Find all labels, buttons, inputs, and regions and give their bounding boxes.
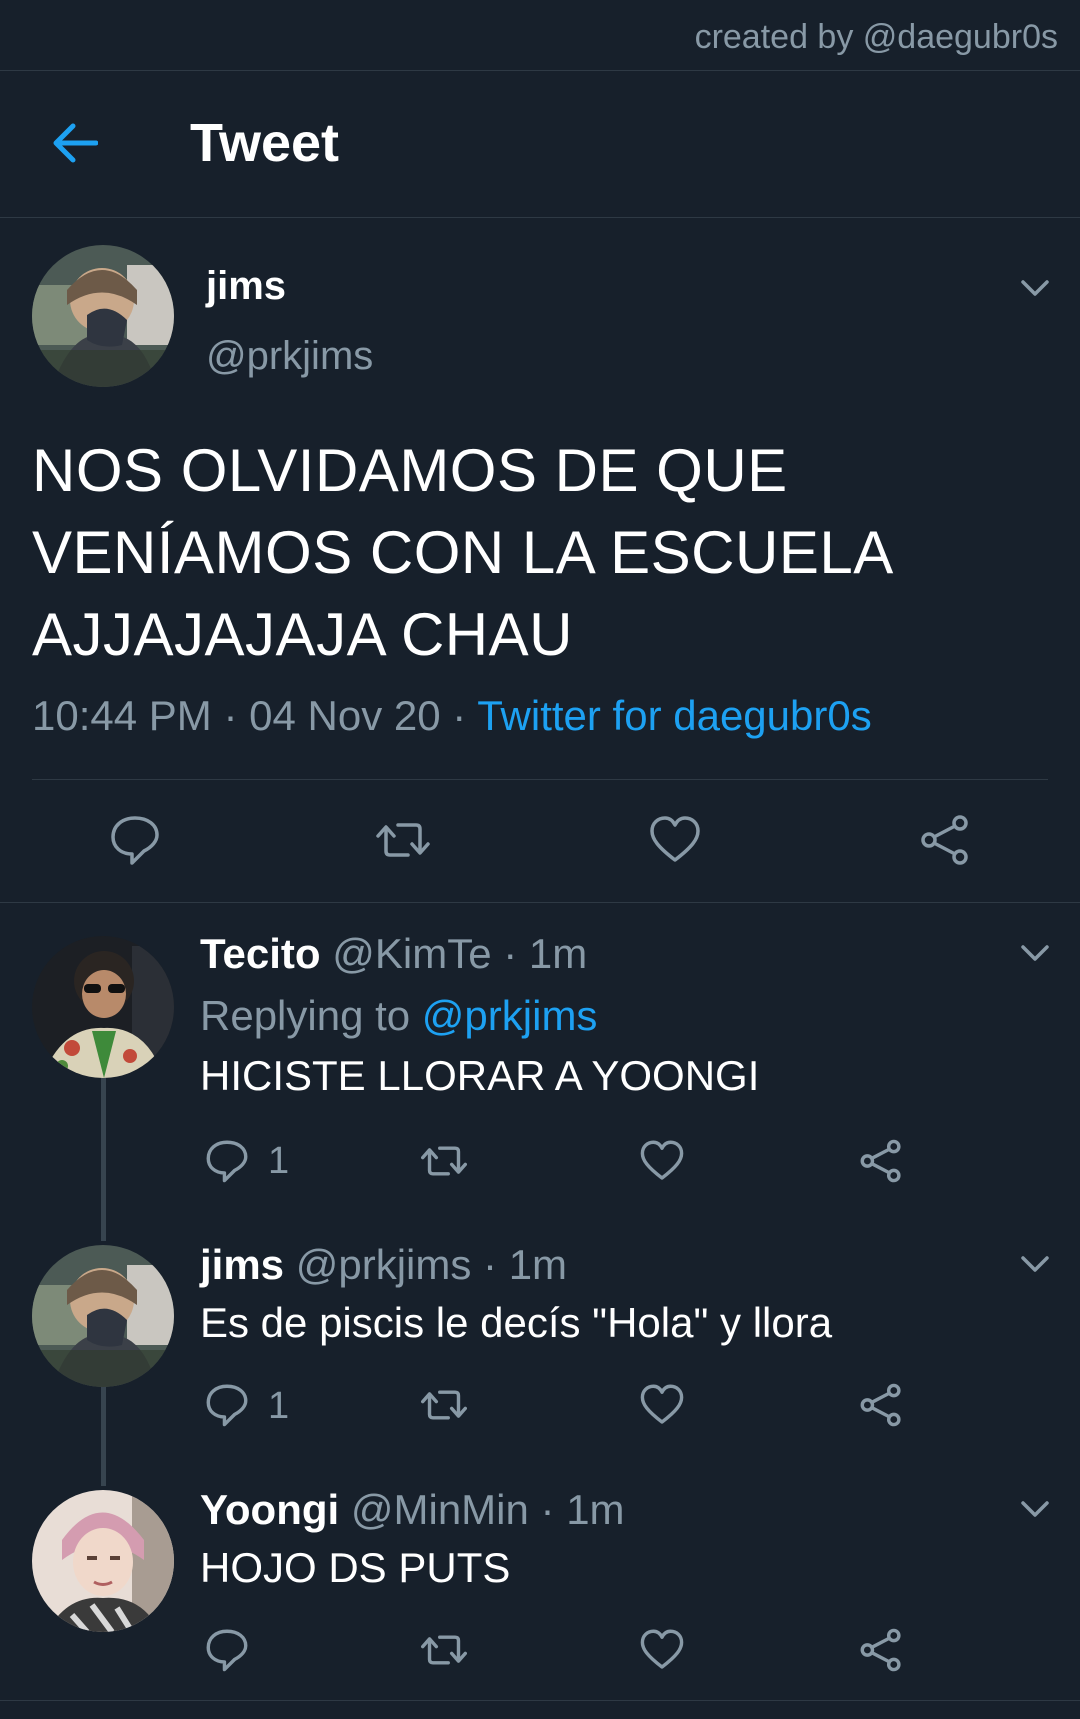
reply-author-name[interactable]: Tecito (200, 930, 321, 977)
like-icon[interactable] (639, 1627, 685, 1673)
meta-separator: · (503, 930, 518, 977)
reply-header: jims @prkjims · 1m (200, 1241, 567, 1289)
author-name[interactable]: jims (206, 264, 286, 309)
watermark-text: created by @daegubr0s (694, 18, 1058, 56)
reply-icon[interactable] (204, 1382, 250, 1428)
avatar-yoongi[interactable] (32, 1490, 174, 1632)
like-icon[interactable] (639, 1382, 685, 1428)
author-handle[interactable]: @prkjims (206, 334, 373, 379)
chevron-down-icon[interactable] (1020, 1499, 1050, 1519)
thread-line (101, 1077, 106, 1241)
reply-header: Yoongi @MinMin · 1m (200, 1486, 625, 1534)
reply-icon[interactable] (204, 1138, 250, 1184)
tweet-text-line: AJJAJAJAJA CHAU (32, 601, 573, 668)
reply-author-handle[interactable]: @KimTe (332, 930, 491, 977)
arrow-left-icon[interactable] (52, 122, 98, 164)
reply-header: Tecito @KimTe · 1m (200, 930, 587, 978)
reply-text: HOJO DS PUTS (200, 1544, 511, 1591)
retweet-icon[interactable] (421, 1627, 467, 1673)
share-icon[interactable] (918, 813, 972, 867)
tweet-meta: 10:44 PM · 04 Nov 20 · Twitter for daegu… (32, 692, 872, 740)
meta-separator: · (483, 1241, 498, 1288)
retweet-icon[interactable] (421, 1382, 467, 1428)
share-icon[interactable] (858, 1138, 904, 1184)
replying-to-label: Replying to (200, 992, 411, 1039)
tweet-text-line: VENÍAMOS CON LA ESCUELA (32, 519, 894, 586)
tweet-date: 04 Nov 20 (249, 692, 441, 739)
divider (0, 1700, 1080, 1701)
meta-separator: · (540, 1486, 555, 1533)
reply-icon[interactable] (204, 1627, 250, 1673)
meta-separator: · (223, 692, 238, 739)
share-icon[interactable] (858, 1627, 904, 1673)
avatar-tecito[interactable] (32, 936, 174, 1078)
thread-line (101, 1387, 106, 1486)
reply-count: 1 (268, 1140, 290, 1182)
reply-age: 1m (528, 930, 588, 977)
top-bar: Tweet (0, 70, 1080, 218)
reply-text: HICISTE LLORAR A YOONGI (200, 1052, 760, 1099)
reply-icon[interactable] (108, 813, 162, 867)
reply-author-name[interactable]: jims (200, 1241, 284, 1288)
like-icon[interactable] (648, 813, 702, 867)
reply-age: 1m (508, 1241, 568, 1288)
reply-author-handle[interactable]: @prkjims (296, 1241, 472, 1288)
tweet-text: NOS OLVIDAMOS DE QUE VENÍAMOS CON LA ESC… (32, 430, 1032, 676)
reply-author-name[interactable]: Yoongi (200, 1486, 339, 1533)
page-title: Tweet (190, 113, 340, 173)
watermark-bar: created by @daegubr0s (0, 0, 1080, 71)
like-icon[interactable] (639, 1138, 685, 1184)
reply-count: 1 (268, 1385, 290, 1427)
avatar-jims[interactable] (32, 245, 174, 387)
reply-age: 1m (566, 1486, 625, 1533)
share-icon[interactable] (858, 1382, 904, 1428)
avatar-jims[interactable] (32, 1245, 174, 1387)
reply-text: Es de piscis le decís "Hola" y llora (200, 1299, 833, 1346)
meta-separator: · (452, 692, 467, 739)
tweet-time: 10:44 PM (32, 692, 212, 739)
replying-to: Replying to @prkjims (200, 992, 597, 1040)
tweet-source-link[interactable]: Twitter for daegubr0s (477, 692, 872, 739)
reply-author-handle[interactable]: @MinMin (351, 1486, 529, 1533)
retweet-icon[interactable] (421, 1138, 467, 1184)
tweet-text-line: NOS OLVIDAMOS DE QUE (32, 437, 788, 504)
replying-to-handle[interactable]: @prkjims (422, 992, 598, 1039)
tweet-actions (0, 780, 1080, 903)
chevron-down-icon[interactable] (1020, 943, 1050, 963)
chevron-down-icon[interactable] (1020, 1254, 1050, 1274)
chevron-down-icon[interactable] (1020, 278, 1050, 298)
retweet-icon[interactable] (376, 813, 430, 867)
